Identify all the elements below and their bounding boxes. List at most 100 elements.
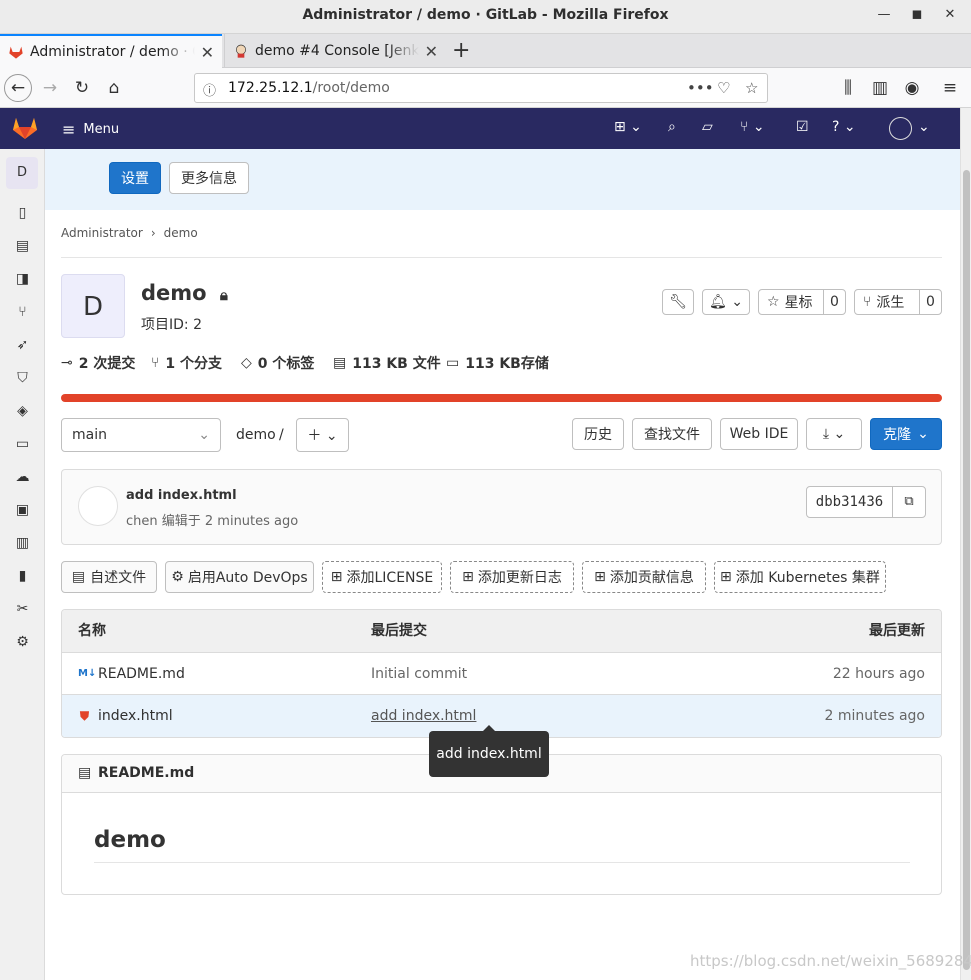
page-actions-icon[interactable]: ••• [687,79,714,97]
main-menu-button[interactable]: ≡ Menu [62,120,119,139]
readme-heading: demo [94,827,166,853]
stat-files[interactable]: ▤ 113 KB 文件 [333,353,441,373]
new-item-icon[interactable]: ⊞ ⌄ [614,119,642,135]
stat-branches[interactable]: ⑂ 1 个分支 [151,353,222,373]
add-changelog-button[interactable]: ⊞ 添加更新日志 [450,561,574,593]
branch-selector[interactable]: main ⌄ [61,418,221,452]
project-title: demo 🔒︎ [141,281,228,305]
readme-button[interactable]: ▤ 自述文件 [61,561,157,593]
tab-jenkins[interactable]: demo #4 Console [Jenkins] ✕ [224,34,446,68]
watermark: https://blog.csdn.net/weixin_56892849 [690,952,971,970]
stat-commits[interactable]: ⊸ 2 次提交 [61,353,135,373]
gitlab-header: ≡ Menu ⊞ ⌄ ⌕ ▱ ⑂ ⌄ ☑ ? ⌄ ⌄ [0,108,960,149]
package-icon[interactable]: ▣ [0,502,45,518]
page-scrollbar[interactable] [960,108,971,980]
chevron-down-icon: ⌄ [198,427,210,443]
help-icon[interactable]: ? ⌄ [832,119,856,135]
pocket-icon[interactable]: ♡ [717,79,730,97]
snippets-icon[interactable]: ✂ [0,601,45,617]
language-bar-fill [61,394,942,402]
file-name[interactable]: index.html [98,695,173,737]
url-bar[interactable]: ⓘ 172.25.12.1/root/demo ••• ♡ ☆ [194,73,768,103]
copy-icon[interactable]: ⧉ [893,487,925,517]
commit-author-avatar[interactable] [78,486,118,526]
download-icon: ⤓ ⌄ [822,426,846,442]
issues-icon[interactable]: ▤ [0,238,45,254]
repository-icon[interactable]: ▯ [0,205,45,221]
shield-icon[interactable]: ⛉ [0,370,45,386]
download-button[interactable]: ⤓ ⌄ [806,418,862,450]
issues-icon[interactable]: ▱ [702,119,713,135]
last-commit-card: add index.html chen 编辑于 2 minutes ago db… [61,469,942,545]
merge-requests-icon[interactable]: ⑂ [0,304,45,320]
settings-button[interactable]: 设置 [109,162,161,194]
chevron-down-icon[interactable]: ⌄ [918,119,930,135]
table-row[interactable]: M↓ README.md Initial commit 22 hours ago [62,653,941,695]
more-info-button[interactable]: 更多信息 [169,162,249,194]
cloud-icon[interactable]: ☁ [0,469,45,485]
user-avatar[interactable] [889,117,912,140]
wiki-icon[interactable]: ▮ [0,568,45,584]
add-kubernetes-button[interactable]: ⊞ 添加 Kubernetes 集群 [714,561,886,593]
deployments-icon[interactable]: ◈ [0,403,45,419]
file-icon: ▤ [78,765,92,781]
stat-storage[interactable]: ▭ 113 KB存储 [446,353,549,373]
star-button[interactable]: ☆ 星标 0 [758,289,846,315]
breadcrumb-project[interactable]: demo [164,226,198,240]
tab-gitlab[interactable]: Administrator / demo · GitLab ✕ [0,34,222,68]
fork-label: 派生 [876,295,905,311]
add-license-button[interactable]: ⊞ 添加LICENSE [322,561,442,593]
file-name[interactable]: README.md [98,653,185,695]
todos-icon[interactable]: ☑ [796,119,809,135]
path-root[interactable]: demo [236,427,276,443]
library-icon[interactable]: ⫼ [836,76,860,100]
tooltip: add index.html [429,725,549,777]
find-file-button[interactable]: 查找文件 [632,418,712,450]
notification-button[interactable]: 🔔︎ ⌄ [702,289,750,315]
bookmark-star-icon[interactable]: ☆ [745,79,758,97]
browser-navbar: ← → ↻ ⌂ ⓘ 172.25.12.1/root/demo ••• ♡ ☆ … [0,68,971,108]
settings-gear-icon[interactable]: ⚙ [0,634,45,650]
history-button[interactable]: 历史 [572,418,624,450]
close-tab-icon[interactable]: ✕ [201,43,214,62]
admin-wrench-button[interactable]: 🔧︎ [662,289,694,315]
gitlab-logo-icon[interactable] [12,116,38,140]
readme-filename[interactable]: README.md [98,765,194,781]
scrollbar-thumb[interactable] [963,170,970,970]
monitor-icon[interactable]: ▭ [0,436,45,452]
reload-icon[interactable]: ↻ [70,76,94,100]
maximize-icon[interactable]: ◼ [907,7,927,22]
breadcrumb-separator-icon: › [150,226,156,240]
forward-icon[interactable]: → [38,76,62,100]
plus-square-icon: ⊞ [462,569,474,585]
menu-label: Menu [83,122,120,137]
sidebar-project-avatar[interactable]: D [6,157,38,189]
rocket-icon[interactable]: ➶ [0,337,45,353]
add-to-tree-button[interactable]: ＋ ⌄ [296,418,349,452]
merge-requests-icon[interactable]: ⑂ ⌄ [740,119,765,135]
hamburger-menu-icon[interactable]: ≡ [938,76,962,100]
commit-title[interactable]: add index.html [126,488,237,503]
close-tab-icon[interactable]: ✕ [425,42,438,61]
merge-request-icon[interactable]: ◨ [0,271,45,287]
hamburger-icon: ≡ [62,120,76,139]
back-icon[interactable]: ← [4,74,32,102]
auto-devops-button[interactable]: ⚙ 启用Auto DevOps [165,561,314,593]
site-info-icon[interactable]: ⓘ [203,80,216,99]
analytics-icon[interactable]: ▥ [0,535,45,551]
account-icon[interactable]: ◉ [900,76,924,100]
web-ide-button[interactable]: Web IDE [720,418,798,450]
stat-tags[interactable]: ◇ 0 个标签 [241,353,314,373]
minimize-icon[interactable]: — [874,7,894,22]
add-contributing-button[interactable]: ⊞ 添加贡献信息 [582,561,706,593]
search-icon[interactable]: ⌕ [668,119,676,135]
breadcrumb-owner[interactable]: Administrator [61,226,143,240]
clone-button[interactable]: 克隆 ⌄ [870,418,942,450]
commit-sha[interactable]: dbb31436 [807,487,893,517]
file-commit[interactable]: Initial commit [371,653,467,695]
sidebar-toggle-icon[interactable]: ▥ [868,76,892,100]
new-tab-icon[interactable]: + [452,38,470,63]
home-icon[interactable]: ⌂ [102,76,126,100]
fork-button[interactable]: ⑂ 派生 0 [854,289,942,315]
close-window-icon[interactable]: ✕ [940,7,960,22]
